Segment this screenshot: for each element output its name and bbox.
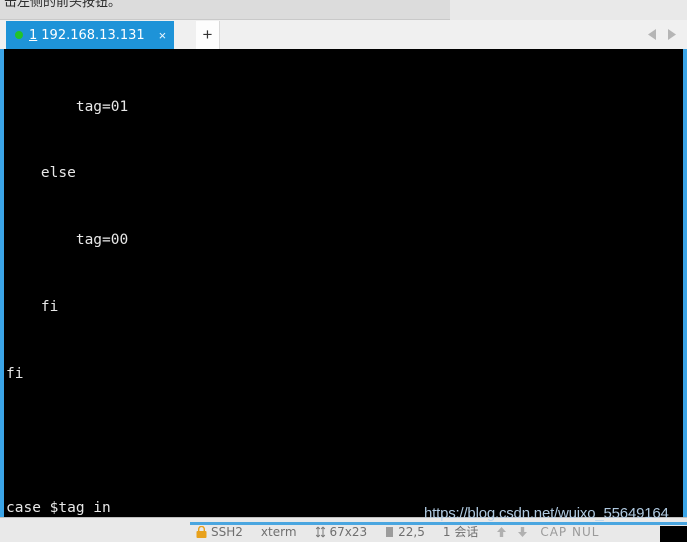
status-sessions[interactable]: 1 会话 (443, 523, 478, 540)
status-cursor-position[interactable]: 22,5 (385, 525, 425, 539)
tab-index-label: 1 (29, 27, 38, 43)
page-icon (386, 526, 394, 537)
status-items: SSH2 xterm 67x23 22,5 1 会话 CAP NUL (196, 523, 617, 540)
hint-text: 击左侧的前头按钮。 (4, 0, 122, 10)
status-protocol[interactable]: SSH2 (196, 525, 243, 539)
tab-scroll-controls (648, 20, 677, 49)
terminal-panel[interactable]: tag=01 else tag=00 fi fi case $tag in 11… (0, 49, 687, 517)
status-terminal-type-label: xterm (260, 524, 297, 539)
new-tab-button[interactable]: + (196, 21, 220, 49)
status-size-label: 67x23 (329, 524, 368, 539)
session-tab-192-168-13-131[interactable]: 1 192.168.13.131 × (6, 21, 175, 49)
upload-arrow-icon (497, 526, 507, 537)
status-protocol-label: SSH2 (211, 524, 243, 539)
terminal-line: else (6, 165, 76, 182)
terminal-line: fi (6, 366, 24, 383)
terminal-line: tag=00 (6, 232, 129, 249)
hint-bar: 击左侧的前头按钮。 (0, 0, 687, 20)
status-terminal-type[interactable]: xterm (261, 525, 297, 539)
terminal-screen: tag=01 else tag=00 fi fi case $tag in 11… (4, 51, 683, 517)
scroll-left-arrow-icon[interactable] (648, 29, 657, 40)
scroll-right-arrow-icon[interactable] (668, 29, 677, 40)
close-icon[interactable]: × (159, 29, 167, 42)
terminal-line: fi (6, 299, 59, 316)
status-size[interactable]: 67x23 (315, 524, 368, 539)
hint-bar-panel: 击左侧的前头按钮。 (0, 0, 451, 20)
status-sessions-label: 1 会话 (442, 525, 479, 539)
resize-icon (315, 526, 325, 537)
status-bar: SSH2 xterm 67x23 22,5 1 会话 CAP NUL (0, 517, 687, 542)
status-cursor-position-label: 22,5 (398, 524, 425, 539)
download-arrow-icon (518, 526, 528, 537)
tab-title-label: 192.168.13.131 (41, 27, 145, 43)
xshell-window: 击左侧的前头按钮。 1 192.168.13.131 × + tag=01 el… (0, 0, 687, 542)
status-transfer-indicators (496, 526, 528, 538)
terminal-line: tag=01 (6, 98, 129, 115)
status-cap-nul-label: CAP NUL (540, 524, 600, 539)
hint-bar-filler (450, 0, 687, 20)
lock-icon (196, 525, 207, 538)
connection-status-dot-icon (15, 31, 23, 39)
status-black-region (660, 526, 687, 542)
status-cap-nul: CAP NUL (540, 525, 599, 539)
tab-bar: 1 192.168.13.131 × + (0, 20, 687, 50)
terminal-line: case $tag in (6, 499, 111, 516)
